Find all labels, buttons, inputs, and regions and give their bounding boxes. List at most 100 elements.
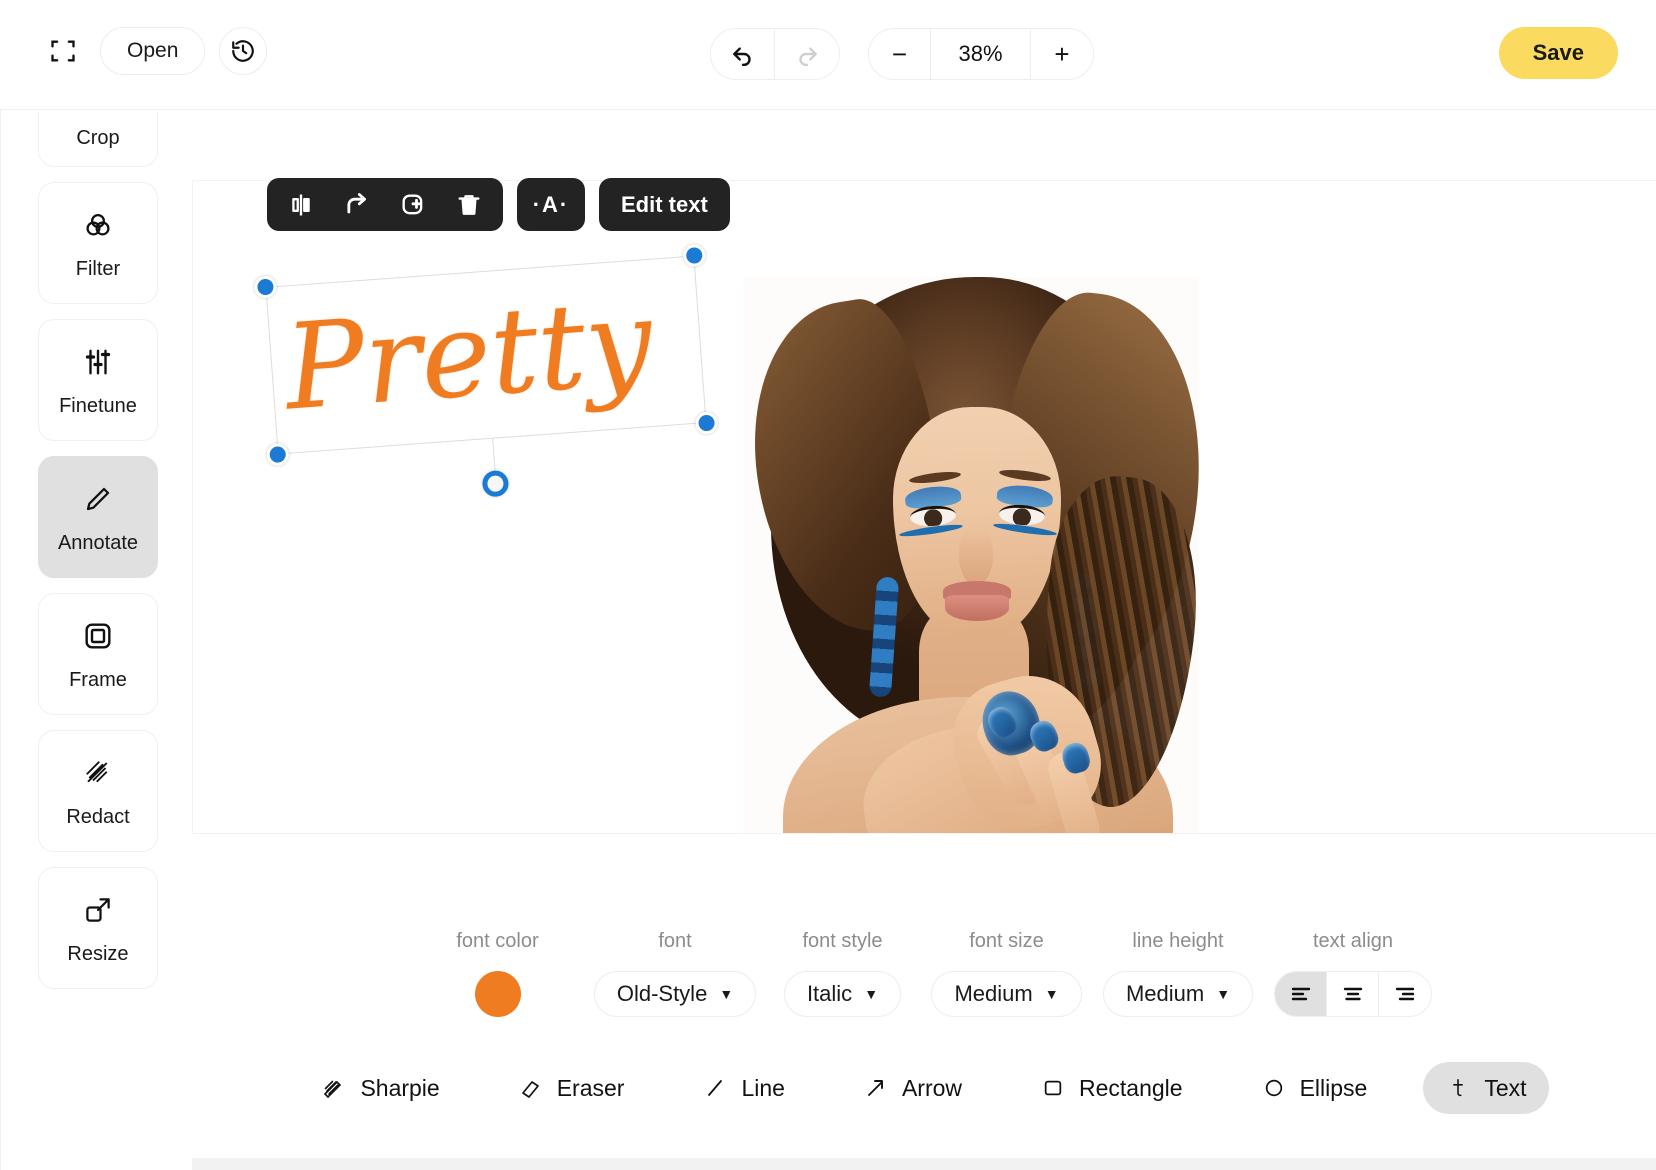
sidebar-divider <box>0 110 1 1170</box>
resize-arrow-icon <box>83 891 113 929</box>
undo-icon[interactable] <box>711 29 775 79</box>
zoom-in-label: + <box>1054 38 1070 69</box>
context-action-group <box>267 178 503 231</box>
text-object-label: Pretty <box>280 272 657 437</box>
font-style-select[interactable]: Italic ▼ <box>783 971 902 1017</box>
tool-label-line: Line <box>741 1074 785 1101</box>
font-size-value: Medium <box>954 981 1033 1006</box>
resize-handle-top-right[interactable] <box>682 243 707 268</box>
eraser-icon <box>518 1076 544 1100</box>
top-left-controls: Open <box>40 27 268 75</box>
font-style-value: Italic <box>806 981 853 1006</box>
sidebar-item-filter[interactable]: Filter <box>38 182 158 304</box>
tool-line[interactable]: Line <box>680 1062 806 1114</box>
flip-horizontal-icon[interactable] <box>275 178 327 231</box>
zoom-out-button[interactable]: − <box>869 29 931 79</box>
tool-eraser[interactable]: Eraser <box>496 1062 647 1114</box>
tool-ellipse[interactable]: Ellipse <box>1239 1062 1390 1114</box>
font-value: Old-Style <box>616 981 708 1006</box>
zoom-in-button[interactable]: + <box>1031 29 1093 79</box>
font-size-label: font size <box>969 930 1044 952</box>
option-line-height: line height Medium ▼ <box>1091 930 1266 1017</box>
delete-trash-icon[interactable] <box>443 178 495 231</box>
rotate-icon[interactable] <box>331 178 383 231</box>
frame-square-icon <box>82 617 114 655</box>
tool-label-arrow: Arrow <box>901 1074 963 1101</box>
tool-label-text: Text <box>1484 1074 1527 1101</box>
tool-label-ellipse: Ellipse <box>1299 1074 1368 1101</box>
zoom-level-text: 38% <box>958 41 1003 66</box>
align-right-icon[interactable] <box>1379 972 1431 1016</box>
filter-circles-icon <box>82 206 114 244</box>
image-editor-app: Open − 38% + Save Crop Filter Finetune A… <box>0 0 1656 1170</box>
font-color-swatch[interactable] <box>474 971 521 1017</box>
rotation-handle[interactable] <box>481 469 510 498</box>
resize-handle-bottom-right[interactable] <box>694 411 719 435</box>
text-object-pretty[interactable]: Pretty <box>253 243 719 498</box>
sidebar-label-finetune: Finetune <box>59 394 137 417</box>
tool-label-eraser: Eraser <box>556 1074 625 1101</box>
sidebar-label-filter: Filter <box>75 257 121 280</box>
top-toolbar: Open − 38% + Save <box>0 0 1656 110</box>
tool-label-sharpie: Sharpie <box>360 1074 440 1101</box>
editor-canvas[interactable]: Pretty <box>192 180 1656 834</box>
pencil-icon <box>82 480 114 518</box>
chevron-down-icon: ▼ <box>1216 986 1231 1002</box>
sidebar-item-finetune[interactable]: Finetune <box>38 319 158 441</box>
chevron-down-icon: ▼ <box>719 986 734 1002</box>
text-style-a-icon[interactable]: ·A· <box>525 178 577 231</box>
resize-handle-bottom-left[interactable] <box>265 442 290 467</box>
redo-icon[interactable] <box>775 29 839 79</box>
sidebar-item-frame[interactable]: Frame <box>38 593 158 715</box>
undo-redo-group <box>710 28 840 80</box>
option-font: font Old-Style ▼ <box>588 930 763 1017</box>
font-style-label: font style <box>802 930 883 952</box>
sliders-icon <box>83 343 113 381</box>
text-options-bar: font color font Old-Style ▼ font style I… <box>192 930 1656 1040</box>
duplicate-icon[interactable] <box>387 178 439 231</box>
text-align-group <box>1274 971 1432 1017</box>
chevron-down-icon: ▼ <box>864 986 879 1002</box>
top-right-controls: Save <box>1498 27 1618 79</box>
sidebar-item-crop[interactable]: Crop <box>38 112 158 167</box>
edit-text-button[interactable]: Edit text <box>599 178 730 231</box>
line-height-select[interactable]: Medium ▼ <box>1102 971 1254 1017</box>
tool-sharpie[interactable]: Sharpie <box>299 1062 461 1114</box>
expand-icon[interactable] <box>40 28 86 74</box>
zoom-out-label: − <box>891 38 908 69</box>
zoom-level-value[interactable]: 38% <box>931 29 1031 79</box>
rotation-stem <box>492 438 496 471</box>
nose-shape <box>959 529 993 585</box>
portrait-photo[interactable] <box>743 277 1199 833</box>
line-height-value: Medium <box>1125 981 1205 1006</box>
text-align-label: text align <box>1312 930 1394 952</box>
zoom-group: − 38% + <box>868 28 1094 80</box>
font-size-select[interactable]: Medium ▼ <box>931 971 1082 1017</box>
lower-lip <box>945 595 1009 621</box>
sidebar-item-annotate[interactable]: Annotate <box>38 456 158 578</box>
context-text-style-group: ·A· <box>517 178 585 231</box>
font-select[interactable]: Old-Style ▼ <box>593 971 757 1017</box>
sidebar-label-annotate: Annotate <box>57 531 139 554</box>
align-center-icon[interactable] <box>1327 972 1379 1016</box>
tool-arrow[interactable]: Arrow <box>841 1062 984 1114</box>
text-style-label: ·A· <box>532 191 570 217</box>
annotate-tools-bar: Sharpie Eraser Line Arrow Rectangle Elli… <box>192 1044 1656 1170</box>
open-button[interactable]: Open <box>100 27 206 75</box>
save-button[interactable]: Save <box>1498 27 1618 79</box>
left-sidebar: Crop Filter Finetune Annotate Frame Reda… <box>38 112 160 1052</box>
font-color-label: font color <box>456 930 539 952</box>
open-label: Open <box>127 39 179 62</box>
tool-rectangle[interactable]: Rectangle <box>1018 1062 1205 1114</box>
top-center-controls: − 38% + <box>710 28 1094 80</box>
history-revert-icon[interactable] <box>219 27 268 75</box>
sidebar-item-resize[interactable]: Resize <box>38 867 158 989</box>
crop-icon <box>83 112 113 113</box>
sidebar-item-redact[interactable]: Redact <box>38 730 158 852</box>
option-font-style: font style Italic ▼ <box>763 930 923 1017</box>
sidebar-label-resize: Resize <box>67 942 129 965</box>
option-font-size: font size Medium ▼ <box>923 930 1091 1017</box>
tool-text[interactable]: Text <box>1423 1062 1549 1114</box>
text-t-icon <box>1445 1076 1471 1100</box>
align-left-icon[interactable] <box>1275 972 1327 1016</box>
